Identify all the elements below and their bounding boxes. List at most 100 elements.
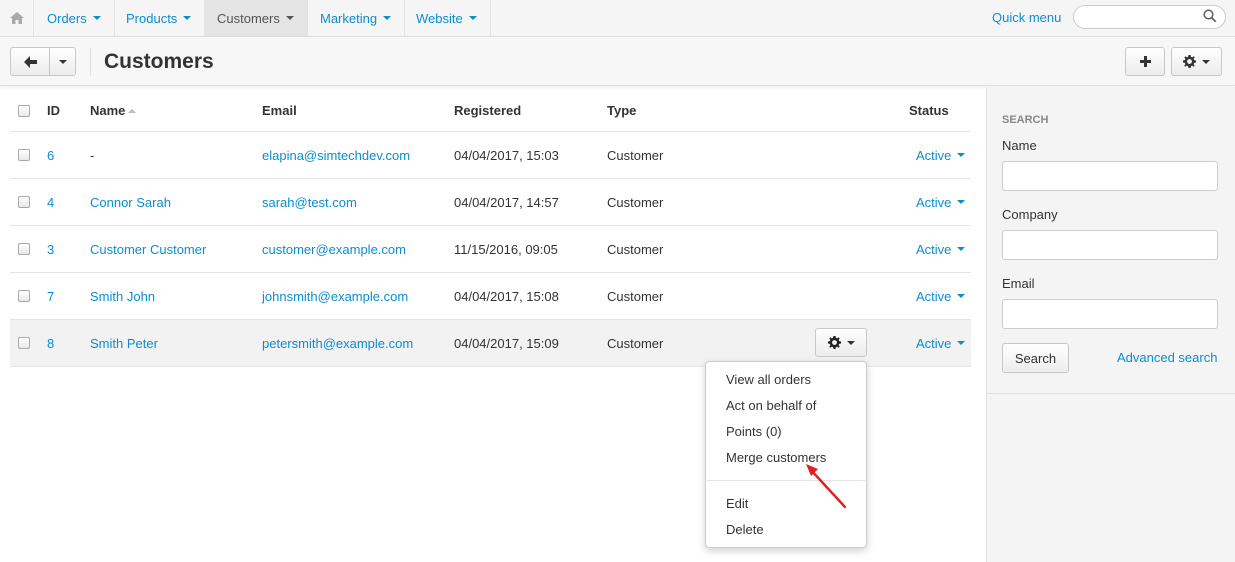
column-header-id[interactable]: ID [47,90,60,131]
nav-products-label: Products [126,10,178,26]
row-checkbox[interactable] [18,273,30,319]
customer-registered: 11/15/2016, 09:05 [454,241,558,257]
customer-email-link[interactable]: petersmith@example.com [262,320,413,366]
company-field[interactable] [1002,230,1218,260]
caret-down-icon [285,16,294,20]
settings-button[interactable] [1171,47,1222,76]
sidebar-divider [987,393,1235,394]
table-row: 7 Smith John johnsmith@example.com 04/04… [10,273,971,320]
search-icon[interactable] [1203,9,1217,26]
back-dropdown-button[interactable] [49,47,76,76]
menu-item-delete[interactable]: Delete [726,522,764,537]
customer-registered: 04/04/2017, 14:57 [454,194,559,210]
top-navigation: Orders Products Customers Marketing Webs… [0,0,1235,37]
table-row: 6 - elapina@simtechdev.com 04/04/2017, 1… [10,132,971,179]
row-checkbox[interactable] [18,320,30,366]
top-search-input[interactable] [1073,5,1226,29]
email-field[interactable] [1002,299,1218,329]
column-header-email[interactable]: Email [262,90,297,131]
customer-id-link[interactable]: 7 [47,273,54,319]
plus-icon [1139,56,1151,67]
caret-down-icon [58,59,67,64]
status-label: Active [916,241,952,257]
caret-down-icon [1202,59,1210,64]
add-customer-button[interactable] [1125,47,1165,76]
nav-customers-label: Customers [217,10,280,26]
quick-menu-link[interactable]: Quick menu [992,10,1061,25]
caret-down-icon [957,200,966,204]
customer-name-link[interactable]: Connor Sarah [90,179,171,225]
email-label: Email [1002,276,1035,291]
nav-website[interactable]: Website [403,0,491,36]
caret-down-icon [957,341,966,345]
advanced-search-link[interactable]: Advanced search [1117,350,1217,365]
caret-down-icon [383,16,392,20]
column-header-type[interactable]: Type [607,90,636,131]
search-sidebar: Search Name Company Email Search Advance… [986,87,1235,562]
column-header-name-label: Name [90,103,126,118]
table-row: 3 Customer Customer customer@example.com… [10,226,971,273]
customer-email-link[interactable]: customer@example.com [262,226,406,272]
menu-item-view-all-orders[interactable]: View all orders [726,372,811,387]
column-header-name[interactable]: Name [90,90,137,131]
customer-type: Customer [607,194,664,210]
customer-registered: 04/04/2017, 15:03 [454,147,559,163]
customer-name-link[interactable]: Smith Peter [90,320,158,366]
caret-down-icon [468,16,477,20]
customer-name-link[interactable]: Customer Customer [90,226,206,272]
caret-down-icon [92,16,101,20]
nav-products[interactable]: Products [113,0,206,36]
customer-id-link[interactable]: 4 [47,179,54,225]
customer-type: Customer [607,147,664,163]
search-button[interactable]: Search [1002,343,1069,373]
status-dropdown[interactable]: Active [916,320,966,366]
customer-id-link[interactable]: 8 [47,320,54,366]
annotation-arrow-icon [806,464,847,509]
row-checkbox[interactable] [18,132,30,178]
status-label: Active [916,335,952,351]
caret-down-icon [183,16,192,20]
status-dropdown[interactable]: Active [916,273,966,319]
company-label: Company [1002,207,1058,222]
customer-id-link[interactable]: 3 [47,226,54,272]
name-field[interactable] [1002,161,1218,191]
status-dropdown[interactable]: Active [916,132,966,178]
customer-email-link[interactable]: elapina@simtechdev.com [262,132,410,178]
customer-email-link[interactable]: sarah@test.com [262,179,357,225]
customer-name-link[interactable]: Smith John [90,273,155,319]
home-icon[interactable] [0,0,34,36]
gear-icon [1183,55,1196,68]
nav-website-label: Website [416,10,463,26]
status-dropdown[interactable]: Active [916,179,966,225]
menu-item-edit[interactable]: Edit [726,496,748,511]
gear-icon [827,336,841,349]
back-button[interactable] [10,47,50,76]
status-label: Active [916,288,952,304]
customer-type: Customer [607,335,664,351]
nav-orders[interactable]: Orders [34,0,115,36]
sort-asc-icon [128,108,137,113]
page-title: Customers [90,48,214,76]
row-checkbox[interactable] [18,226,30,272]
status-dropdown[interactable]: Active [916,226,966,272]
row-actions-dropdown: View all orders Act on behalf of Points … [705,361,867,548]
caret-down-icon [846,340,855,345]
select-all-checkbox[interactable] [18,90,30,131]
caret-down-icon [957,294,966,298]
row-checkbox[interactable] [18,179,30,225]
menu-item-act-on-behalf[interactable]: Act on behalf of [726,398,816,413]
nav-marketing[interactable]: Marketing [307,0,406,36]
caret-down-icon [957,247,966,251]
customer-name: - [90,147,95,163]
customer-email-link[interactable]: johnsmith@example.com [262,273,408,319]
sidebar-heading: Search [1002,114,1049,126]
customer-id-link[interactable]: 6 [47,132,54,178]
nav-customers[interactable]: Customers [204,0,308,36]
column-header-registered[interactable]: Registered [454,90,521,131]
caret-down-icon [957,153,966,157]
table-row: 8 Smith Peter petersmith@example.com 04/… [10,320,971,367]
column-header-status[interactable]: Status [909,90,949,131]
status-label: Active [916,147,952,163]
row-actions-button[interactable] [815,328,867,357]
menu-item-points[interactable]: Points (0) [726,424,782,439]
